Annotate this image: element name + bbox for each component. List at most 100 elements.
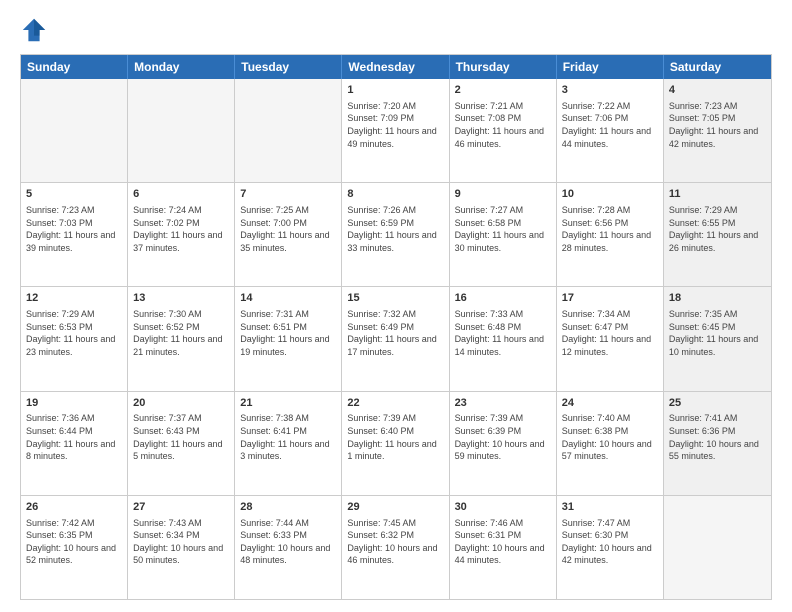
page: SundayMondayTuesdayWednesdayThursdayFrid… bbox=[0, 0, 792, 612]
day-info: Sunrise: 7:42 AM Sunset: 6:35 PM Dayligh… bbox=[26, 517, 122, 567]
day-number: 15 bbox=[347, 291, 443, 306]
day-number: 7 bbox=[240, 187, 336, 202]
day-info: Sunrise: 7:38 AM Sunset: 6:41 PM Dayligh… bbox=[240, 412, 336, 462]
day-number: 16 bbox=[455, 291, 551, 306]
cal-cell bbox=[235, 79, 342, 182]
cal-cell: 5 Sunrise: 7:23 AM Sunset: 7:03 PM Daylig… bbox=[21, 183, 128, 286]
cal-cell: 9Sunrise: 7:27 AM Sunset: 6:58 PM Daylig… bbox=[450, 183, 557, 286]
cal-cell: 15 Sunrise: 7:32 AM Sunset: 6:49 PM Dayli… bbox=[342, 287, 449, 390]
day-header-thursday: Thursday bbox=[450, 55, 557, 79]
logo bbox=[20, 16, 52, 44]
cal-cell: 6Sunrise: 7:24 AM Sunset: 7:02 PM Daylig… bbox=[128, 183, 235, 286]
week-row-1: 1 Sunrise: 7:20 AM Sunset: 7:09 PM Daylig… bbox=[21, 79, 771, 183]
cal-cell: 27 Sunrise: 7:43 AM Sunset: 6:34 PM Dayli… bbox=[128, 496, 235, 599]
cal-cell: 22Sunrise: 7:39 AM Sunset: 6:40 PM Dayli… bbox=[342, 392, 449, 495]
day-number: 10 bbox=[562, 187, 658, 202]
day-info: Sunrise: 7:20 AM Sunset: 7:09 PM Dayligh… bbox=[347, 100, 443, 150]
day-number: 11 bbox=[669, 187, 766, 202]
day-number: 4 bbox=[669, 83, 766, 98]
day-number: 29 bbox=[347, 500, 443, 515]
day-info: Sunrise: 7:30 AM Sunset: 6:52 PM Dayligh… bbox=[133, 308, 229, 358]
cal-cell: 3 Sunrise: 7:22 AM Sunset: 7:06 PM Daylig… bbox=[557, 79, 664, 182]
week-row-3: 12 Sunrise: 7:29 AM Sunset: 6:53 PM Dayli… bbox=[21, 287, 771, 391]
cal-cell: 30 Sunrise: 7:46 AM Sunset: 6:31 PM Dayli… bbox=[450, 496, 557, 599]
cal-cell: 13 Sunrise: 7:30 AM Sunset: 6:52 PM Dayli… bbox=[128, 287, 235, 390]
logo-icon bbox=[20, 16, 48, 44]
cal-cell: 11 Sunrise: 7:29 AM Sunset: 6:55 PM Dayli… bbox=[664, 183, 771, 286]
cal-cell: 12 Sunrise: 7:29 AM Sunset: 6:53 PM Dayli… bbox=[21, 287, 128, 390]
cal-cell: 7 Sunrise: 7:25 AM Sunset: 7:00 PM Daylig… bbox=[235, 183, 342, 286]
day-info: Sunrise: 7:22 AM Sunset: 7:06 PM Dayligh… bbox=[562, 100, 658, 150]
day-number: 18 bbox=[669, 291, 766, 306]
day-info: Sunrise: 7:34 AM Sunset: 6:47 PM Dayligh… bbox=[562, 308, 658, 358]
cal-cell: 17 Sunrise: 7:34 AM Sunset: 6:47 PM Dayli… bbox=[557, 287, 664, 390]
cal-cell bbox=[21, 79, 128, 182]
day-info: Sunrise: 7:35 AM Sunset: 6:45 PM Dayligh… bbox=[669, 308, 766, 358]
day-number: 12 bbox=[26, 291, 122, 306]
cal-cell: 10 Sunrise: 7:28 AM Sunset: 6:56 PM Dayli… bbox=[557, 183, 664, 286]
cal-cell: 8 Sunrise: 7:26 AM Sunset: 6:59 PM Daylig… bbox=[342, 183, 449, 286]
cal-cell: 24Sunrise: 7:40 AM Sunset: 6:38 PM Dayli… bbox=[557, 392, 664, 495]
day-info: Sunrise: 7:37 AM Sunset: 6:43 PM Dayligh… bbox=[133, 412, 229, 462]
calendar: SundayMondayTuesdayWednesdayThursdayFrid… bbox=[20, 54, 772, 600]
cal-cell: 18 Sunrise: 7:35 AM Sunset: 6:45 PM Dayli… bbox=[664, 287, 771, 390]
week-row-2: 5 Sunrise: 7:23 AM Sunset: 7:03 PM Daylig… bbox=[21, 183, 771, 287]
week-row-4: 19Sunrise: 7:36 AM Sunset: 6:44 PM Dayli… bbox=[21, 392, 771, 496]
day-info: Sunrise: 7:25 AM Sunset: 7:00 PM Dayligh… bbox=[240, 204, 336, 254]
day-info: Sunrise: 7:36 AM Sunset: 6:44 PM Dayligh… bbox=[26, 412, 122, 462]
cal-cell: 19Sunrise: 7:36 AM Sunset: 6:44 PM Dayli… bbox=[21, 392, 128, 495]
day-number: 8 bbox=[347, 187, 443, 202]
day-header-wednesday: Wednesday bbox=[342, 55, 449, 79]
day-number: 21 bbox=[240, 396, 336, 411]
day-header-friday: Friday bbox=[557, 55, 664, 79]
day-info: Sunrise: 7:45 AM Sunset: 6:32 PM Dayligh… bbox=[347, 517, 443, 567]
day-number: 26 bbox=[26, 500, 122, 515]
cal-cell: 29 Sunrise: 7:45 AM Sunset: 6:32 PM Dayli… bbox=[342, 496, 449, 599]
day-info: Sunrise: 7:28 AM Sunset: 6:56 PM Dayligh… bbox=[562, 204, 658, 254]
day-info: Sunrise: 7:29 AM Sunset: 6:55 PM Dayligh… bbox=[669, 204, 766, 254]
calendar-body: 1 Sunrise: 7:20 AM Sunset: 7:09 PM Daylig… bbox=[21, 79, 771, 599]
day-info: Sunrise: 7:44 AM Sunset: 6:33 PM Dayligh… bbox=[240, 517, 336, 567]
day-info: Sunrise: 7:46 AM Sunset: 6:31 PM Dayligh… bbox=[455, 517, 551, 567]
day-number: 30 bbox=[455, 500, 551, 515]
day-info: Sunrise: 7:26 AM Sunset: 6:59 PM Dayligh… bbox=[347, 204, 443, 254]
day-number: 3 bbox=[562, 83, 658, 98]
day-info: Sunrise: 7:32 AM Sunset: 6:49 PM Dayligh… bbox=[347, 308, 443, 358]
day-info: Sunrise: 7:23 AM Sunset: 7:05 PM Dayligh… bbox=[669, 100, 766, 150]
day-header-monday: Monday bbox=[128, 55, 235, 79]
day-info: Sunrise: 7:29 AM Sunset: 6:53 PM Dayligh… bbox=[26, 308, 122, 358]
day-info: Sunrise: 7:41 AM Sunset: 6:36 PM Dayligh… bbox=[669, 412, 766, 462]
cal-cell: 28 Sunrise: 7:44 AM Sunset: 6:33 PM Dayli… bbox=[235, 496, 342, 599]
day-number: 28 bbox=[240, 500, 336, 515]
day-info: Sunrise: 7:31 AM Sunset: 6:51 PM Dayligh… bbox=[240, 308, 336, 358]
day-number: 31 bbox=[562, 500, 658, 515]
day-number: 5 bbox=[26, 187, 122, 202]
day-number: 24 bbox=[562, 396, 658, 411]
day-number: 1 bbox=[347, 83, 443, 98]
day-info: Sunrise: 7:40 AM Sunset: 6:38 PM Dayligh… bbox=[562, 412, 658, 462]
cal-cell: 4 Sunrise: 7:23 AM Sunset: 7:05 PM Daylig… bbox=[664, 79, 771, 182]
day-number: 27 bbox=[133, 500, 229, 515]
cal-cell: 25Sunrise: 7:41 AM Sunset: 6:36 PM Dayli… bbox=[664, 392, 771, 495]
day-number: 6 bbox=[133, 187, 229, 202]
cal-cell: 23Sunrise: 7:39 AM Sunset: 6:39 PM Dayli… bbox=[450, 392, 557, 495]
cal-cell: 26 Sunrise: 7:42 AM Sunset: 6:35 PM Dayli… bbox=[21, 496, 128, 599]
day-number: 23 bbox=[455, 396, 551, 411]
day-number: 17 bbox=[562, 291, 658, 306]
day-number: 22 bbox=[347, 396, 443, 411]
cal-cell: 16Sunrise: 7:33 AM Sunset: 6:48 PM Dayli… bbox=[450, 287, 557, 390]
cal-cell: 2Sunrise: 7:21 AM Sunset: 7:08 PM Daylig… bbox=[450, 79, 557, 182]
day-header-tuesday: Tuesday bbox=[235, 55, 342, 79]
week-row-5: 26 Sunrise: 7:42 AM Sunset: 6:35 PM Dayli… bbox=[21, 496, 771, 599]
cal-cell bbox=[128, 79, 235, 182]
cal-cell: 31Sunrise: 7:47 AM Sunset: 6:30 PM Dayli… bbox=[557, 496, 664, 599]
day-number: 2 bbox=[455, 83, 551, 98]
day-info: Sunrise: 7:43 AM Sunset: 6:34 PM Dayligh… bbox=[133, 517, 229, 567]
cal-cell bbox=[664, 496, 771, 599]
cal-cell: 14Sunrise: 7:31 AM Sunset: 6:51 PM Dayli… bbox=[235, 287, 342, 390]
day-header-saturday: Saturday bbox=[664, 55, 771, 79]
cal-cell: 21Sunrise: 7:38 AM Sunset: 6:41 PM Dayli… bbox=[235, 392, 342, 495]
day-info: Sunrise: 7:23 AM Sunset: 7:03 PM Dayligh… bbox=[26, 204, 122, 254]
day-number: 13 bbox=[133, 291, 229, 306]
cal-cell: 1 Sunrise: 7:20 AM Sunset: 7:09 PM Daylig… bbox=[342, 79, 449, 182]
